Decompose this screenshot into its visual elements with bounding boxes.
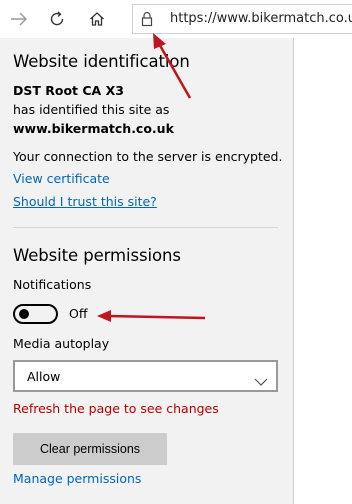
encrypted-text: Your connection to the server is encrypt… [13, 149, 283, 164]
notifications-label: Notifications [13, 277, 92, 292]
media-autoplay-select[interactable]: Allow [13, 360, 278, 392]
media-autoplay-value: Allow [27, 369, 61, 384]
site-info-flyout: Website identification DST Root CA X3 ha… [0, 38, 294, 504]
section-divider [13, 227, 278, 228]
notifications-state: Off [69, 306, 88, 321]
identified-text: has identified this site as [13, 102, 170, 117]
back-arrow-icon[interactable] [4, 4, 34, 34]
refresh-notice: Refresh the page to see changes [13, 401, 219, 416]
chevron-down-icon [254, 371, 268, 390]
home-icon[interactable] [82, 4, 112, 34]
address-bar[interactable]: https://www.bikermatch.co.uk, [132, 4, 352, 34]
lock-icon[interactable] [141, 11, 153, 31]
url-text: https://www.bikermatch.co.uk, [170, 11, 352, 26]
certificate-issuer: DST Root CA X3 [13, 83, 124, 98]
media-autoplay-label: Media autoplay [13, 336, 110, 351]
permissions-title: Website permissions [13, 246, 181, 265]
trust-site-link[interactable]: Should I trust this site? [13, 194, 157, 209]
view-certificate-link[interactable]: View certificate [13, 171, 110, 186]
toggle-knob [19, 309, 29, 319]
manage-permissions-link[interactable]: Manage permissions [13, 471, 141, 486]
site-name: www.bikermatch.co.uk [13, 121, 174, 136]
identification-title: Website identification [13, 52, 190, 71]
refresh-icon[interactable] [42, 4, 72, 34]
notifications-toggle[interactable] [13, 304, 58, 324]
browser-toolbar: https://www.bikermatch.co.uk, [0, 0, 352, 38]
clear-permissions-button[interactable]: Clear permissions [13, 433, 167, 465]
